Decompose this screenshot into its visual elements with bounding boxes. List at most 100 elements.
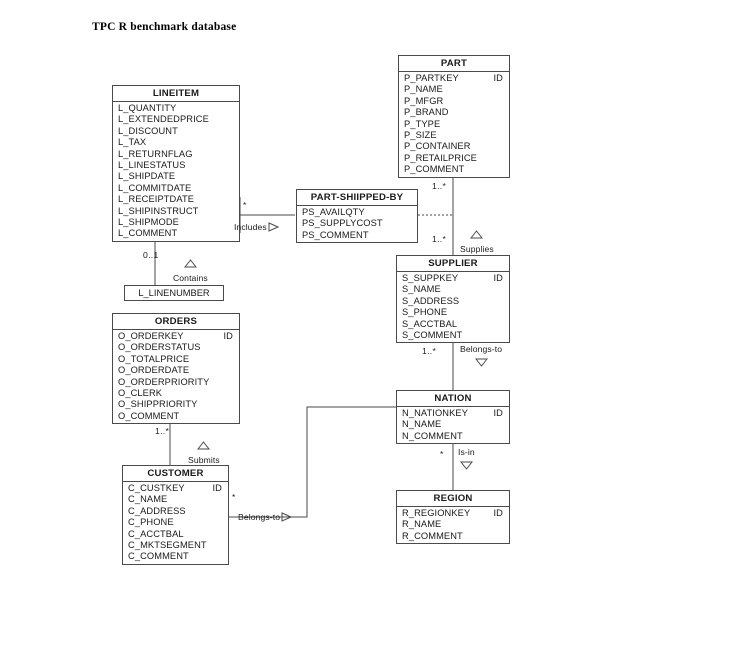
attribute-row: PS_SUPPLYCOST xyxy=(297,218,417,229)
attribute-label: S_PHONE xyxy=(402,307,448,318)
attribute-row: L_SHIPMODE xyxy=(113,217,239,228)
attribute-row: P_TYPE xyxy=(399,119,509,130)
attribute-row: R_COMMENT xyxy=(397,531,509,542)
entity-part[interactable]: PART P_PARTKEY ID P_NAME P_MFGR P_BRAND P… xyxy=(398,55,510,178)
attribute-row: L_SHIPDATE xyxy=(113,171,239,182)
cardinality-supplier-supplies: 1..* xyxy=(432,234,447,244)
relationship-belongs-to-nation: Belongs-to xyxy=(460,344,502,372)
attribute-label: P_PARTKEY xyxy=(404,73,459,83)
attribute-row: C_COMMENT xyxy=(123,551,228,562)
attribute-row: S_ADDRESS xyxy=(397,296,509,307)
relationship-contains: Contains xyxy=(173,255,208,283)
attribute-label: P_COMMENT xyxy=(404,164,465,175)
relationship-is-in: Is-in xyxy=(458,447,475,475)
attribute-row: L_TAX xyxy=(113,137,239,148)
attribute-label: P_MFGR xyxy=(404,95,444,106)
attribute-row: C_ADDRESS xyxy=(123,506,228,517)
attribute-row: S_ACCTBAL xyxy=(397,319,509,330)
entity-part-shipped-by-attributes: PS_AVAILQTY PS_SUPPLYCOST PS_COMMENT xyxy=(297,206,417,242)
attribute-label: S_ADDRESS xyxy=(402,295,460,306)
attribute-row: O_ORDERKEY ID xyxy=(113,331,239,342)
attribute-id: ID xyxy=(493,408,503,418)
relationship-submits: Submits xyxy=(188,437,220,465)
attribute-id: ID xyxy=(493,508,503,518)
relationship-belongs-to-region-label: Belongs-to xyxy=(238,512,281,522)
attribute-label: P_SIZE xyxy=(404,130,437,141)
attribute-label: O_ORDERKEY xyxy=(118,331,184,341)
attribute-row: C_PHONE xyxy=(123,517,228,528)
relationship-is-in-label: Is-in xyxy=(458,447,475,457)
attribute-label: R_COMMENT xyxy=(402,530,463,541)
entity-linenumber[interactable]: L_LINENUMBER xyxy=(124,285,224,301)
relationship-belongs-to-region: Belongs-to xyxy=(238,512,293,522)
attribute-label: O_ORDERPRIORITY xyxy=(118,376,210,387)
entity-nation[interactable]: NATION N_NATIONKEY ID N_NAME N_COMMENT xyxy=(396,390,510,445)
attribute-row: P_PARTKEY ID xyxy=(399,73,509,84)
attribute-label: L_COMMENT xyxy=(118,228,178,239)
entity-part-attributes: P_PARTKEY ID P_NAME P_MFGR P_BRAND P_TYPE… xyxy=(399,72,509,177)
relationship-supplies: Supplies xyxy=(460,226,494,254)
attribute-label: L_SHIPMODE xyxy=(118,217,179,228)
attribute-row: O_CLERK xyxy=(113,388,239,399)
entity-customer-attributes: C_CUSTKEY ID C_NAME C_ADDRESS C_PHONE C_A… xyxy=(123,482,228,564)
attribute-row: P_CONTAINER xyxy=(399,141,509,152)
attribute-row: C_NAME xyxy=(123,494,228,505)
triangle-up-icon xyxy=(470,230,484,239)
attribute-id: ID xyxy=(493,73,503,83)
attribute-row: O_ORDERPRIORITY xyxy=(113,377,239,388)
triangle-down-icon xyxy=(474,358,488,368)
attribute-label: O_SHIPPRIORITY xyxy=(118,399,198,410)
attribute-label: C_ADDRESS xyxy=(128,505,186,516)
triangle-up-icon xyxy=(183,259,197,268)
entity-supplier[interactable]: SUPPLIER S_SUPPKEY ID S_NAME S_ADDRESS S_… xyxy=(396,255,510,344)
entity-part-shipped-by-title: PART-SHIIPPED-BY xyxy=(297,190,417,206)
attribute-label: L_EXTENDEDPRICE xyxy=(118,114,209,125)
cardinality-customer-belongs-to: * xyxy=(232,492,236,502)
attribute-label: C_COMMENT xyxy=(128,551,189,562)
attribute-row: P_SIZE xyxy=(399,130,509,141)
attribute-row: PS_COMMENT xyxy=(297,230,417,241)
attribute-label: C_CUSTKEY xyxy=(128,483,185,493)
triangle-right-icon xyxy=(268,222,279,232)
relationship-includes-label: Includes xyxy=(234,222,267,232)
entity-supplier-title: SUPPLIER xyxy=(397,256,509,272)
entity-region[interactable]: REGION R_REGIONKEY ID R_NAME R_COMMENT xyxy=(396,490,510,545)
entity-customer[interactable]: CUSTOMER C_CUSTKEY ID C_NAME C_ADDRESS C_… xyxy=(122,465,229,565)
attribute-row: N_NATIONKEY ID xyxy=(397,408,509,419)
attribute-row: L_QUANTITY xyxy=(113,103,239,114)
attribute-row: L_RECEIPTDATE xyxy=(113,194,239,205)
entity-part-title: PART xyxy=(399,56,509,72)
attribute-row: C_ACCTBAL xyxy=(123,529,228,540)
cardinality-lineitem-includes: * xyxy=(243,200,247,210)
entity-lineitem[interactable]: LINEITEM L_QUANTITY L_EXTENDEDPRICE L_DI… xyxy=(112,85,240,242)
cardinality-nation-is-in: * xyxy=(440,449,444,459)
cardinality-lineitem-contains: 0..1 xyxy=(143,250,159,260)
attribute-row: L_SHIPINSTRUCT xyxy=(113,206,239,217)
attribute-label: L_QUANTITY xyxy=(118,103,177,113)
entity-orders-attributes: O_ORDERKEY ID O_ORDERSTATUS O_TOTALPRICE … xyxy=(113,330,239,423)
attribute-row: L_COMMENT xyxy=(113,228,239,239)
cardinality-part-supplies: 1..* xyxy=(432,181,447,191)
relationship-belongs-to-nation-label: Belongs-to xyxy=(460,344,503,354)
attribute-label: L_DISCOUNT xyxy=(118,125,178,136)
attribute-label: P_CONTAINER xyxy=(404,141,471,152)
attribute-label: N_NATIONKEY xyxy=(402,408,469,418)
entity-nation-attributes: N_NATIONKEY ID N_NAME N_COMMENT xyxy=(397,407,509,443)
attribute-row: S_COMMENT xyxy=(397,330,509,341)
attribute-label: O_ORDERDATE xyxy=(118,365,190,376)
attribute-label: O_COMMENT xyxy=(118,410,180,421)
attribute-label: C_NAME xyxy=(128,494,168,505)
attribute-row: N_COMMENT xyxy=(397,431,509,442)
entity-customer-title: CUSTOMER xyxy=(123,466,228,482)
attribute-row: C_CUSTKEY ID xyxy=(123,483,228,494)
page-title: TPC R benchmark database xyxy=(92,21,237,33)
attribute-label: L_TAX xyxy=(118,137,147,148)
entity-supplier-attributes: S_SUPPKEY ID S_NAME S_ADDRESS S_PHONE S_A… xyxy=(397,272,509,342)
attribute-label: PS_AVAILQTY xyxy=(302,207,365,217)
entity-part-shipped-by[interactable]: PART-SHIIPPED-BY PS_AVAILQTY PS_SUPPLYCO… xyxy=(296,189,418,244)
attribute-label: S_ACCTBAL xyxy=(402,318,458,329)
entity-orders[interactable]: ORDERS O_ORDERKEY ID O_ORDERSTATUS O_TOTA… xyxy=(112,313,240,425)
triangle-down-icon xyxy=(459,461,473,471)
attribute-row: S_PHONE xyxy=(397,307,509,318)
triangle-up-icon xyxy=(197,441,211,450)
